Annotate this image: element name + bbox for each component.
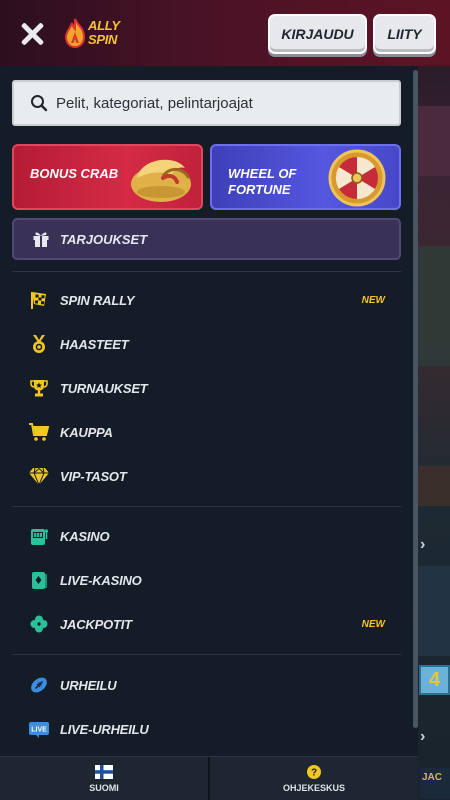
offers-label: TARJOUKSET xyxy=(60,231,148,247)
wheel-of-fortune-label: WHEEL OF FORTUNE xyxy=(228,166,297,197)
menu-item-label: TURNAUKSET xyxy=(60,380,148,396)
bonus-crab-tile[interactable]: BONUS CRAB xyxy=(12,144,203,210)
new-badge: NEW xyxy=(361,294,385,306)
game-tile-number: 4 xyxy=(428,668,441,691)
menu-item-spin-rally[interactable]: SPIN RALLY NEW xyxy=(12,282,401,318)
menu-divider xyxy=(12,654,401,655)
menu-item-casino[interactable]: KASINO xyxy=(12,518,401,554)
menu-item-label: KAUPPA xyxy=(60,424,113,440)
login-button[interactable]: KIRJAUDU xyxy=(268,14,367,54)
menu-item-label: VIP-TASOT xyxy=(60,468,127,484)
new-badge: NEW xyxy=(361,618,385,630)
fortune-wheel-icon xyxy=(328,149,386,207)
top-header: ALLY SPIN KIRJAUDU LIITY xyxy=(0,0,450,66)
live-icon: LIVE xyxy=(28,718,50,740)
close-menu-button[interactable] xyxy=(18,20,46,48)
bonus-crab-label: BONUS CRAB xyxy=(30,166,119,181)
help-center-label: OHJEKESKUS xyxy=(282,783,345,793)
menu-item-challenges[interactable]: HAASTEET xyxy=(12,326,401,362)
carousel-next-icon[interactable]: › xyxy=(420,536,425,554)
help-icon: ? xyxy=(307,765,321,779)
finland-flag-icon xyxy=(95,765,113,779)
menu-divider xyxy=(12,271,401,272)
cards-icon xyxy=(28,569,50,591)
bottom-bar: SUOMI ? OHJEKESKUS xyxy=(0,756,418,800)
logo[interactable]: ALLY SPIN xyxy=(64,16,134,52)
join-button[interactable]: LIITY xyxy=(373,14,436,54)
jackpot-tile-text: JAC xyxy=(422,772,443,783)
menu-item-live-sports[interactable]: LIVE LIVE-URHEILU xyxy=(12,711,401,747)
menu-item-shop[interactable]: KAUPPA xyxy=(12,414,401,450)
flag-icon xyxy=(28,289,50,311)
menu-item-label: LIVE-URHEILU xyxy=(60,721,149,737)
jackpot-tile-peek[interactable]: JAC xyxy=(420,768,450,798)
search-field[interactable]: Pelit, kategoriat, pelintarjoajat xyxy=(12,80,401,126)
language-selector[interactable]: SUOMI xyxy=(0,757,208,800)
game-tile-peek[interactable]: 4 xyxy=(419,665,450,695)
clover-icon xyxy=(28,613,50,635)
search-placeholder: Pelit, kategoriat, pelintarjoajat xyxy=(56,94,253,112)
help-center-button[interactable]: ? OHJEKESKUS xyxy=(210,757,418,800)
diamond-icon xyxy=(28,465,50,487)
gift-icon xyxy=(33,232,49,247)
logo-text-top: ALLY xyxy=(88,18,120,33)
menu-item-label: KASINO xyxy=(60,528,110,544)
svg-text:LIVE: LIVE xyxy=(31,727,47,734)
search-icon xyxy=(31,95,48,112)
offers-button[interactable]: TARJOUKSET xyxy=(12,218,401,260)
wheel-of-fortune-tile[interactable]: WHEEL OF FORTUNE xyxy=(210,144,401,210)
football-icon xyxy=(28,674,50,696)
menu-item-label: LIVE-KASINO xyxy=(60,572,142,588)
side-menu: Pelit, kategoriat, pelintarjoajat BONUS … xyxy=(0,66,418,756)
menu-divider xyxy=(12,506,401,507)
menu-item-vip-levels[interactable]: VIP-TASOT xyxy=(12,458,401,494)
medal-icon xyxy=(28,333,50,355)
menu-item-label: JACKPOTIT xyxy=(60,616,132,632)
crab-claw-icon xyxy=(131,159,191,202)
menu-item-label: URHEILU xyxy=(60,677,117,693)
logo-flame-icon xyxy=(64,18,86,48)
slot-machine-icon xyxy=(28,525,50,547)
menu-item-jackpots[interactable]: JACKPOTIT NEW xyxy=(12,606,401,642)
trophy-icon xyxy=(28,377,50,399)
language-label: SUOMI xyxy=(89,783,119,793)
menu-scrollbar[interactable] xyxy=(413,70,418,728)
menu-item-live-casino[interactable]: LIVE-KASINO xyxy=(12,562,401,598)
menu-item-label: HAASTEET xyxy=(60,336,129,352)
menu-item-sports[interactable]: URHEILU xyxy=(12,667,401,703)
menu-item-label: SPIN RALLY xyxy=(60,292,135,308)
carousel-next-icon-2[interactable]: › xyxy=(420,728,425,746)
svg-text:?: ? xyxy=(311,768,317,779)
menu-item-tournaments[interactable]: TURNAUKSET xyxy=(12,370,401,406)
logo-text-bottom: SPIN xyxy=(88,32,118,47)
cart-icon xyxy=(28,421,50,443)
